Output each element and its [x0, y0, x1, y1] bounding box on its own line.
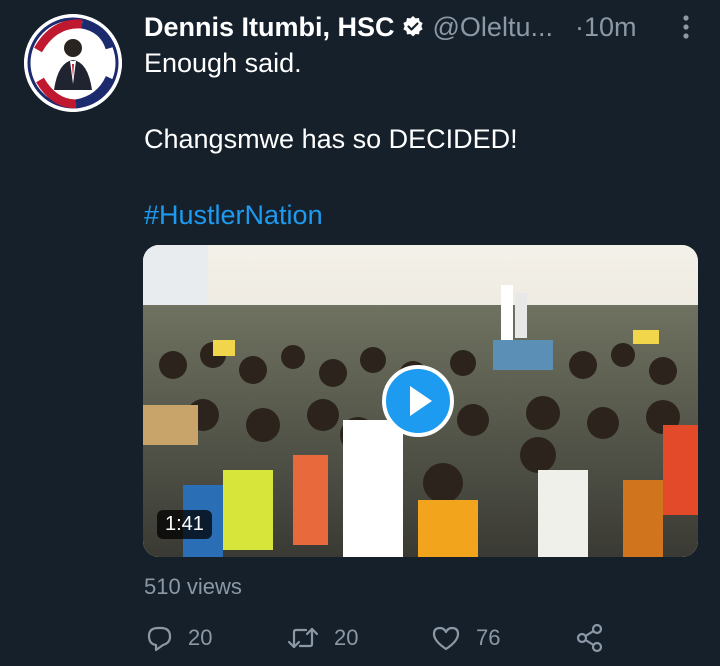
hashtag-link[interactable]: #HustlerNation	[144, 200, 323, 231]
play-icon	[410, 386, 432, 416]
reply-button[interactable]: 20	[144, 620, 212, 656]
verified-badge-icon	[401, 15, 425, 39]
like-count: 76	[476, 625, 501, 650]
video-player[interactable]: 1:41	[143, 245, 698, 557]
author-name[interactable]: Dennis Itumbi, HSC	[144, 12, 395, 43]
reply-icon	[147, 626, 172, 652]
tweet-header: Dennis Itumbi, HSC @Oleltu... · 10m	[144, 10, 698, 44]
separator-dot: ·	[574, 11, 584, 42]
action-bar: 20 20 76	[144, 620, 614, 656]
retweet-count: 20	[334, 625, 359, 650]
retweet-button[interactable]: 20	[286, 620, 358, 656]
author-handle[interactable]: @Oleltu...	[433, 12, 553, 43]
tweet-text-line: Changsmwe has so DECIDED!	[144, 124, 518, 154]
tweet-timestamp[interactable]: 10m	[584, 12, 637, 43]
view-count: 510 views	[144, 574, 242, 599]
tweet-text-line: Enough said.	[144, 48, 302, 78]
retweet-icon	[287, 627, 319, 649]
tweet[interactable]: Dennis Itumbi, HSC @Oleltu... · 10m Enou…	[0, 0, 720, 666]
avatar[interactable]	[24, 14, 122, 112]
share-button[interactable]	[574, 620, 620, 656]
heart-icon	[432, 626, 460, 651]
like-button[interactable]: 76	[430, 620, 500, 656]
more-options-icon[interactable]	[674, 10, 698, 44]
reply-count: 20	[188, 625, 213, 650]
avatar-logo	[24, 14, 122, 112]
play-button[interactable]	[382, 365, 454, 437]
video-duration: 1:41	[157, 510, 212, 539]
share-icon	[576, 623, 603, 653]
